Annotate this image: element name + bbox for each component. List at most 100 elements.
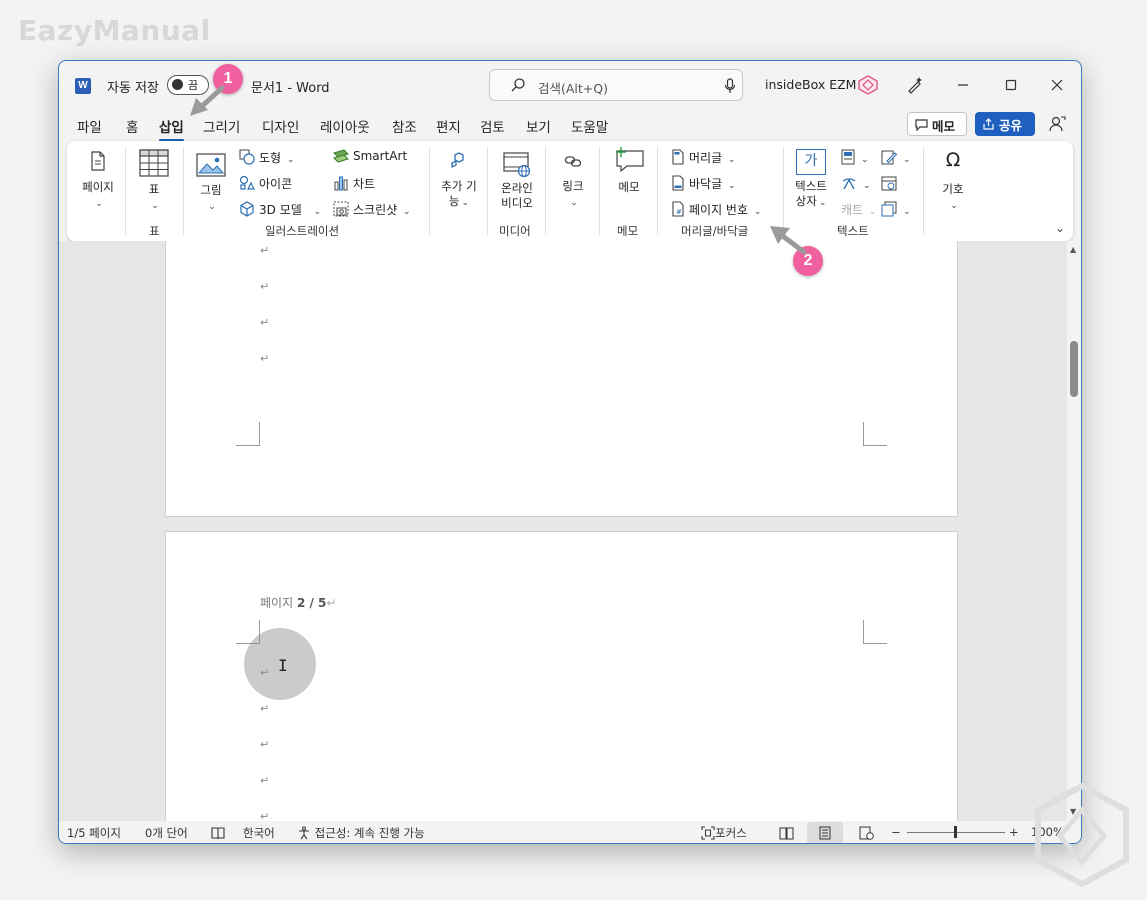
online-video-button[interactable]: 온라인 비디오 [495, 151, 539, 211]
chart-button[interactable]: 차트 [333, 175, 375, 192]
separator [487, 147, 488, 235]
table-button[interactable]: 표 ⌄ [137, 149, 171, 211]
tab-insert[interactable]: 삽입 [159, 116, 184, 142]
pages-button[interactable]: 페이지 ⌄ [77, 151, 119, 209]
minimize-icon[interactable] [951, 73, 975, 97]
collapse-ribbon-icon[interactable]: ⌄ [1055, 221, 1065, 235]
share-button[interactable]: 공유 [975, 112, 1035, 136]
quick-parts-button[interactable]: ⌄ [841, 149, 869, 165]
scroll-up-icon[interactable]: ▲ [1070, 245, 1076, 254]
zoom-in-button[interactable]: + [1009, 825, 1019, 839]
paragraph-mark: ↵ [260, 352, 270, 365]
word-window: W 자동 저장 끔 문서1 - Word 검색(Alt+Q) insideBox… [58, 60, 1082, 844]
table-icon [139, 149, 169, 177]
focus-mode[interactable]: 포커스 [701, 825, 747, 841]
tab-home[interactable]: 홈 [126, 116, 138, 136]
date-time-button[interactable] [881, 175, 901, 191]
header-label: 머리글 [689, 151, 723, 165]
autosave-label: 자동 저장 [107, 81, 159, 96]
microphone-icon[interactable] [724, 78, 736, 94]
picture-button[interactable]: 그림 ⌄ [193, 153, 229, 212]
shapes-button[interactable]: 도형 ⌄ [239, 149, 294, 166]
page-number-button[interactable]: # 페이지 번호 ⌄ [671, 201, 761, 218]
maximize-icon[interactable] [999, 73, 1023, 97]
picture-icon [196, 153, 226, 177]
tab-view[interactable]: 보기 [526, 116, 551, 136]
designer-pen-icon[interactable] [905, 75, 925, 95]
page-number-label: 페이지 번호 [689, 203, 749, 217]
icons-icon [239, 175, 255, 190]
footer-button[interactable]: 바닥글 ⌄ [671, 175, 736, 192]
page-count[interactable]: 1/5 페이지 [67, 825, 121, 841]
media-group-label: 미디어 [499, 224, 531, 238]
tab-file[interactable]: 파일 [77, 116, 102, 136]
comments-button[interactable]: 메모 [907, 112, 967, 136]
screenshot-icon [333, 201, 349, 217]
user-name[interactable]: insideBox EZM [765, 77, 856, 92]
3d-models-button[interactable]: 3D 모델 ⌄ [239, 201, 321, 218]
object-button[interactable]: ⌄ [881, 201, 911, 217]
separator [545, 147, 546, 235]
close-icon[interactable] [1045, 73, 1069, 97]
tab-mailings[interactable]: 편지 [436, 116, 461, 136]
read-mode-icon[interactable] [779, 826, 794, 840]
page-icon [91, 151, 105, 171]
wordart-button[interactable]: ⌄ [841, 175, 871, 191]
icons-button[interactable]: 아이콘 [239, 175, 292, 192]
new-comment-button[interactable]: 메모 [607, 147, 651, 195]
user-avatar-icon[interactable] [857, 75, 879, 95]
tab-draw[interactable]: 그리기 [203, 116, 240, 136]
text-box-icon: 가 [796, 149, 826, 175]
online-video-icon [503, 152, 531, 177]
3d-models-label: 3D 모델 [259, 203, 302, 217]
smartart-icon [333, 149, 349, 163]
coauthor-icon[interactable] [1047, 114, 1067, 134]
text-box-button[interactable]: 가 텍스트 상자 ⌄ [791, 149, 831, 211]
word-app-icon: W [75, 78, 91, 94]
toggle-knob [172, 79, 183, 90]
page-number-icon: # [672, 201, 684, 217]
brand-logo-watermark [1035, 782, 1129, 887]
zoom-out-button[interactable]: − [891, 825, 901, 839]
tab-help[interactable]: 도움말 [571, 116, 608, 136]
paragraph-mark: ↵ [260, 774, 270, 787]
paragraph-mark: ↵ [260, 810, 270, 821]
shapes-icon [239, 149, 255, 165]
chevron-down-icon: ⌄ [570, 198, 578, 208]
search-box[interactable]: 검색(Alt+Q) [489, 69, 743, 101]
smartart-button[interactable]: SmartArt [333, 149, 407, 163]
page-1[interactable]: ↵ ↵ ↵ ↵ [165, 241, 958, 517]
print-layout-icon[interactable] [818, 826, 832, 840]
tab-references[interactable]: 참조 [392, 116, 417, 136]
document-canvas[interactable]: ↵ ↵ ↵ ↵ 페이지 2 / 5↵ I ↵ ↵ ↵ ↵ ↵ [59, 241, 1067, 821]
proofing-book-icon[interactable] [211, 826, 225, 840]
chevron-down-icon: ⌄ [95, 199, 103, 209]
tab-review[interactable]: 검토 [480, 116, 505, 136]
wordart-icon [842, 178, 856, 190]
web-layout-icon[interactable] [859, 826, 874, 840]
symbols-button[interactable]: Ω 기호 ⌄ [933, 149, 973, 211]
add-ins-button[interactable]: 추가 기 능 ⌄ [437, 151, 481, 211]
header-button[interactable]: 머리글 ⌄ [671, 149, 736, 166]
vertical-scrollbar[interactable]: ▲ ▼ [1067, 241, 1081, 821]
signature-line-button[interactable]: ⌄ [881, 149, 911, 165]
comments-group-label: 메모 [617, 224, 639, 238]
scrollbar-thumb[interactable] [1070, 341, 1078, 397]
add-ins-icon [451, 152, 464, 169]
accessibility-status[interactable]: 접근성: 계속 진행 가능 [297, 825, 425, 841]
omega-icon: Ω [945, 149, 961, 171]
online-video-label-line1: 온라인 [501, 181, 533, 195]
share-button-label: 공유 [999, 118, 1023, 133]
smartart-label: SmartArt [353, 149, 408, 163]
tab-design[interactable]: 디자인 [262, 116, 299, 136]
word-count[interactable]: 0개 단어 [145, 825, 188, 841]
drop-cap-button: 캐트 ⌄ [841, 203, 877, 217]
screenshot-button[interactable]: 스크린샷 ⌄ [333, 201, 411, 218]
page-2[interactable]: 페이지 2 / 5↵ I ↵ ↵ ↵ ↵ ↵ [165, 531, 958, 821]
language[interactable]: 한국어 [243, 825, 275, 841]
paragraph-mark: ↵ [260, 280, 270, 293]
link-button[interactable]: 링크 ⌄ [555, 153, 591, 208]
tab-layout[interactable]: 레이아웃 [320, 116, 370, 136]
zoom-slider-thumb[interactable] [954, 826, 957, 838]
screenshot-label: 스크린샷 [353, 203, 398, 217]
